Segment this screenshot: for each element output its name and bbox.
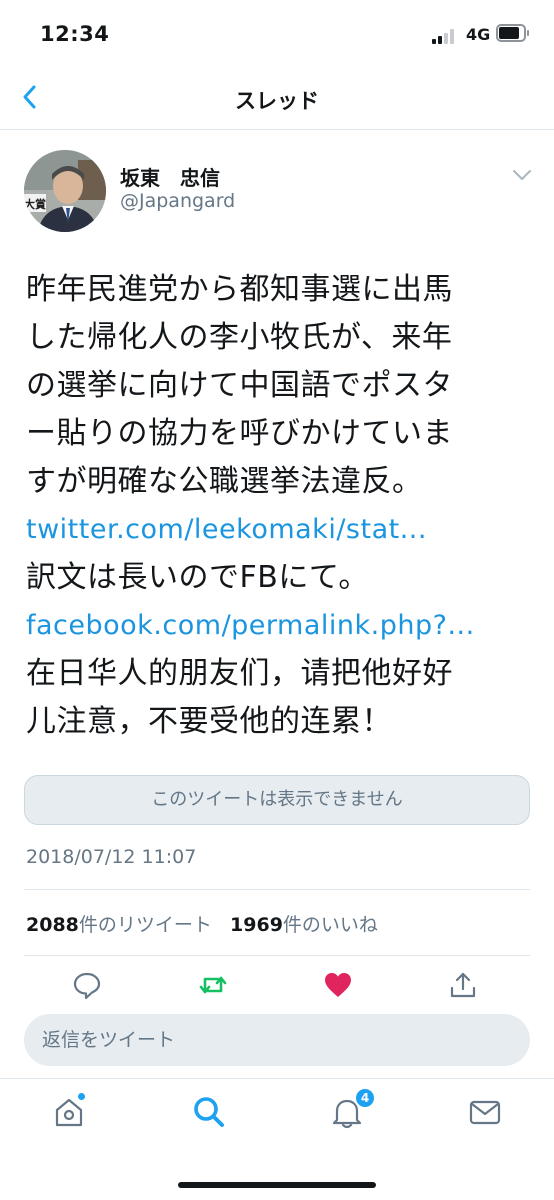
retweet-button[interactable] <box>198 970 228 1000</box>
tweet-text-line: 訳文は長いのでFBにて。 <box>26 560 369 595</box>
status-bar: 12:34 4G <box>0 0 554 68</box>
avatar-badge-text: 大賞 <box>24 197 46 211</box>
like-label: 件のいいね <box>282 914 378 936</box>
notification-badge: 4 <box>354 1087 376 1109</box>
tweet-link[interactable]: twitter.com/leekomaki/stat... <box>26 506 538 554</box>
tab-home[interactable] <box>52 1095 86 1129</box>
status-time: 12:34 <box>40 22 110 46</box>
divider <box>24 889 530 890</box>
home-icon <box>55 1098 83 1127</box>
user-handle[interactable]: @Japangard <box>120 190 235 212</box>
battery-icon <box>496 24 529 42</box>
engagement-stats: 2088件のリツイート 1969件のいいね <box>26 910 378 937</box>
new-content-dot <box>78 1093 85 1100</box>
signal-strength-icon <box>432 28 460 44</box>
tweet-options-button[interactable] <box>510 166 534 184</box>
tweet-text-line: 儿注意，不要受他的连累！ <box>26 704 392 739</box>
retweet-icon <box>199 976 227 994</box>
like-button[interactable] <box>323 970 353 1000</box>
avatar[interactable]: 大賞 <box>24 150 106 232</box>
tweet-link[interactable]: facebook.com/permalink.php?... <box>26 602 538 650</box>
tweet-text-line: すが明確な公職選挙法違反。 <box>26 464 423 499</box>
reply-icon <box>73 972 101 1000</box>
tweet-text-line: 昨年民進党から都知事選に出馬 <box>26 272 453 307</box>
navigation-bar: スレッド <box>0 68 554 130</box>
share-icon <box>450 972 476 998</box>
home-indicator <box>178 1182 376 1188</box>
retweets-link[interactable]: 2088件のリツイート <box>26 914 212 936</box>
tweet-text-line: した帰化人の李小牧氏が、来年 <box>26 320 453 355</box>
divider <box>24 955 530 956</box>
page-title: スレッド <box>235 89 319 113</box>
quoted-tweet-unavailable: このツイートは表示できません <box>24 775 530 825</box>
display-name[interactable]: 坂東 忠信 <box>120 162 220 191</box>
tweet-text-line: の選挙に向けて中国語でポスタ <box>26 368 453 403</box>
tab-search[interactable] <box>192 1095 226 1129</box>
like-count: 1969 <box>230 914 283 936</box>
network-type: 4G <box>466 25 491 44</box>
tab-messages[interactable] <box>468 1095 502 1129</box>
tweet-actions <box>0 970 554 1006</box>
retweet-label: 件のリツイート <box>78 914 212 936</box>
chevron-down-icon <box>513 170 531 180</box>
tweet-timestamp: 2018/07/12 11:07 <box>26 846 197 868</box>
messages-icon <box>469 1100 501 1125</box>
profile-photo-icon: 大賞 <box>24 150 106 232</box>
share-button[interactable] <box>448 970 478 1000</box>
retweet-count: 2088 <box>26 914 79 936</box>
reply-input[interactable] <box>24 1014 530 1066</box>
reply-button[interactable] <box>72 970 102 1000</box>
twitter-thread-screen: 12:34 4G スレッド 大賞 坂東 忠信 @Japangard 昨年民進党か… <box>0 0 554 1200</box>
tweet-text-line: 在日华人的朋友们，请把他好好 <box>26 656 453 691</box>
tweet-text-line: ー貼りの協力を呼びかけていま <box>26 416 453 451</box>
like-icon <box>325 973 351 997</box>
tweet-text: 昨年民進党から都知事選に出馬 した帰化人の李小牧氏が、来年 の選挙に向けて中国語でポ… <box>26 266 538 746</box>
search-icon <box>194 1097 224 1127</box>
likes-link[interactable]: 1969件のいいね <box>230 914 378 936</box>
